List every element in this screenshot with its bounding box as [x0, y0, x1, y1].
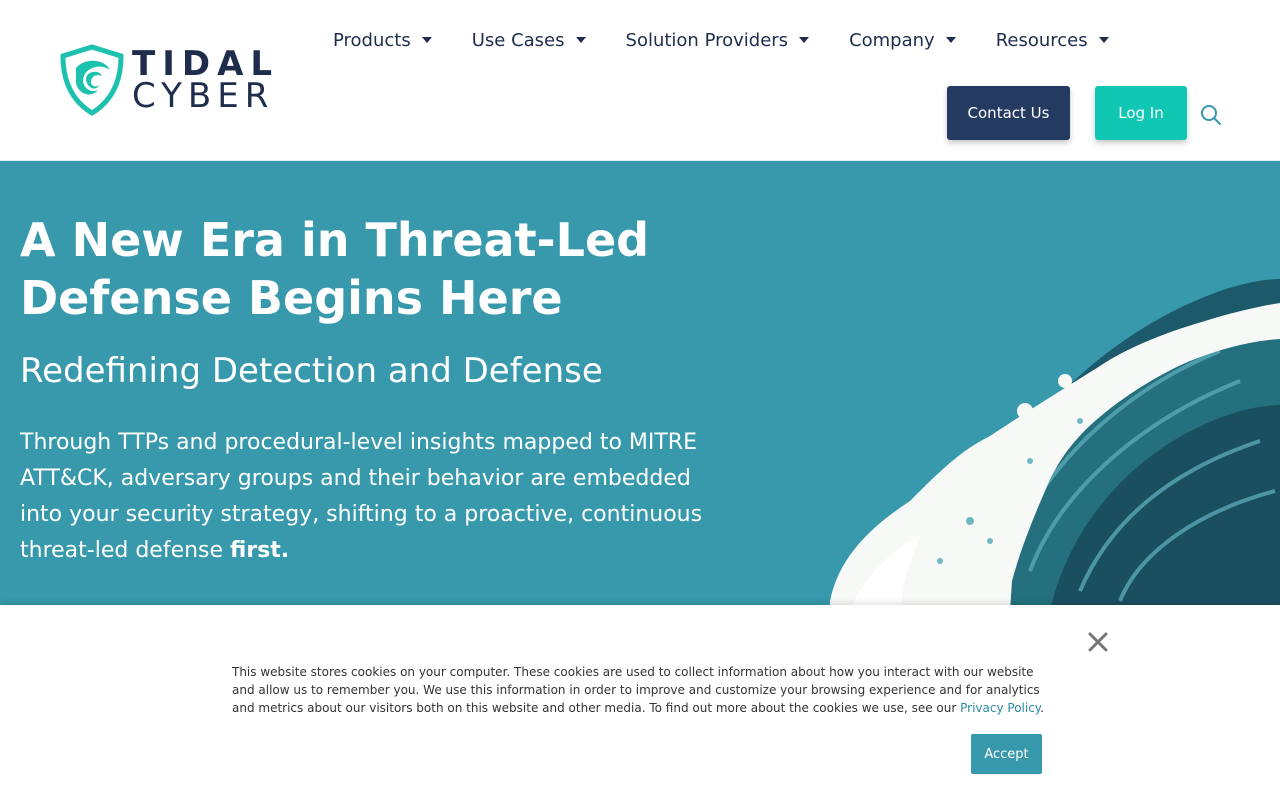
tidal-cyber-logo[interactable]: TIDAL CYBER	[58, 44, 279, 116]
contact-us-button[interactable]: Contact Us	[947, 86, 1070, 140]
hero-description: Through TTPs and procedural-level insigh…	[20, 425, 720, 569]
caret-down-icon	[421, 37, 432, 43]
caret-down-icon	[799, 37, 810, 43]
accept-cookies-button[interactable]: Accept	[971, 734, 1042, 774]
nav-item-use-cases[interactable]: Use Cases	[472, 26, 586, 54]
hero-description-text: Through TTPs and procedural-level insigh…	[20, 430, 703, 563]
hero-title: A New Era in Threat-Led Defense Begins H…	[20, 213, 650, 325]
search-icon[interactable]	[1200, 104, 1222, 126]
nav-item-label: Resources	[995, 29, 1088, 51]
nav-item-resources[interactable]: Resources	[996, 26, 1109, 54]
cookie-message-text: This website stores cookies on your comp…	[232, 665, 1040, 715]
nav-item-products[interactable]: Products	[333, 26, 432, 54]
shield-wave-logo-icon	[60, 44, 124, 116]
hero-section: A New Era in Threat-Led Defense Begins H…	[0, 161, 1280, 606]
nav-item-label: Use Cases	[471, 29, 565, 51]
caret-down-icon	[575, 37, 586, 43]
wave-illustration	[830, 279, 1280, 606]
logo-wordmark: TIDAL CYBER	[132, 47, 279, 113]
nav-item-company[interactable]: Company	[849, 26, 956, 54]
nav-item-label: Company	[849, 29, 935, 51]
logo-word-cyber: CYBER	[132, 76, 275, 116]
nav-item-label: Solution Providers	[625, 29, 789, 51]
site-header: TIDAL CYBER Products Use Cases Solution …	[0, 0, 1280, 161]
privacy-policy-link[interactable]: Privacy Policy	[960, 701, 1040, 715]
caret-down-icon	[945, 37, 956, 43]
nav-item-solution-providers[interactable]: Solution Providers	[626, 26, 810, 54]
cookie-message-suffix: .	[1040, 701, 1045, 715]
nav-item-label: Products	[333, 29, 411, 51]
main-navigation: Products Use Cases Solution Providers Co…	[333, 26, 1149, 54]
hero-description-emphasis: first.	[230, 538, 290, 563]
hero-subtitle: Redefining Detection and Defense	[20, 351, 603, 391]
cookie-message: This website stores cookies on your comp…	[232, 663, 1052, 717]
close-icon[interactable]	[1087, 631, 1109, 653]
caret-down-icon	[1098, 37, 1109, 43]
cookie-consent-banner: This website stores cookies on your comp…	[0, 605, 1280, 800]
log-in-button[interactable]: Log In	[1095, 86, 1187, 140]
